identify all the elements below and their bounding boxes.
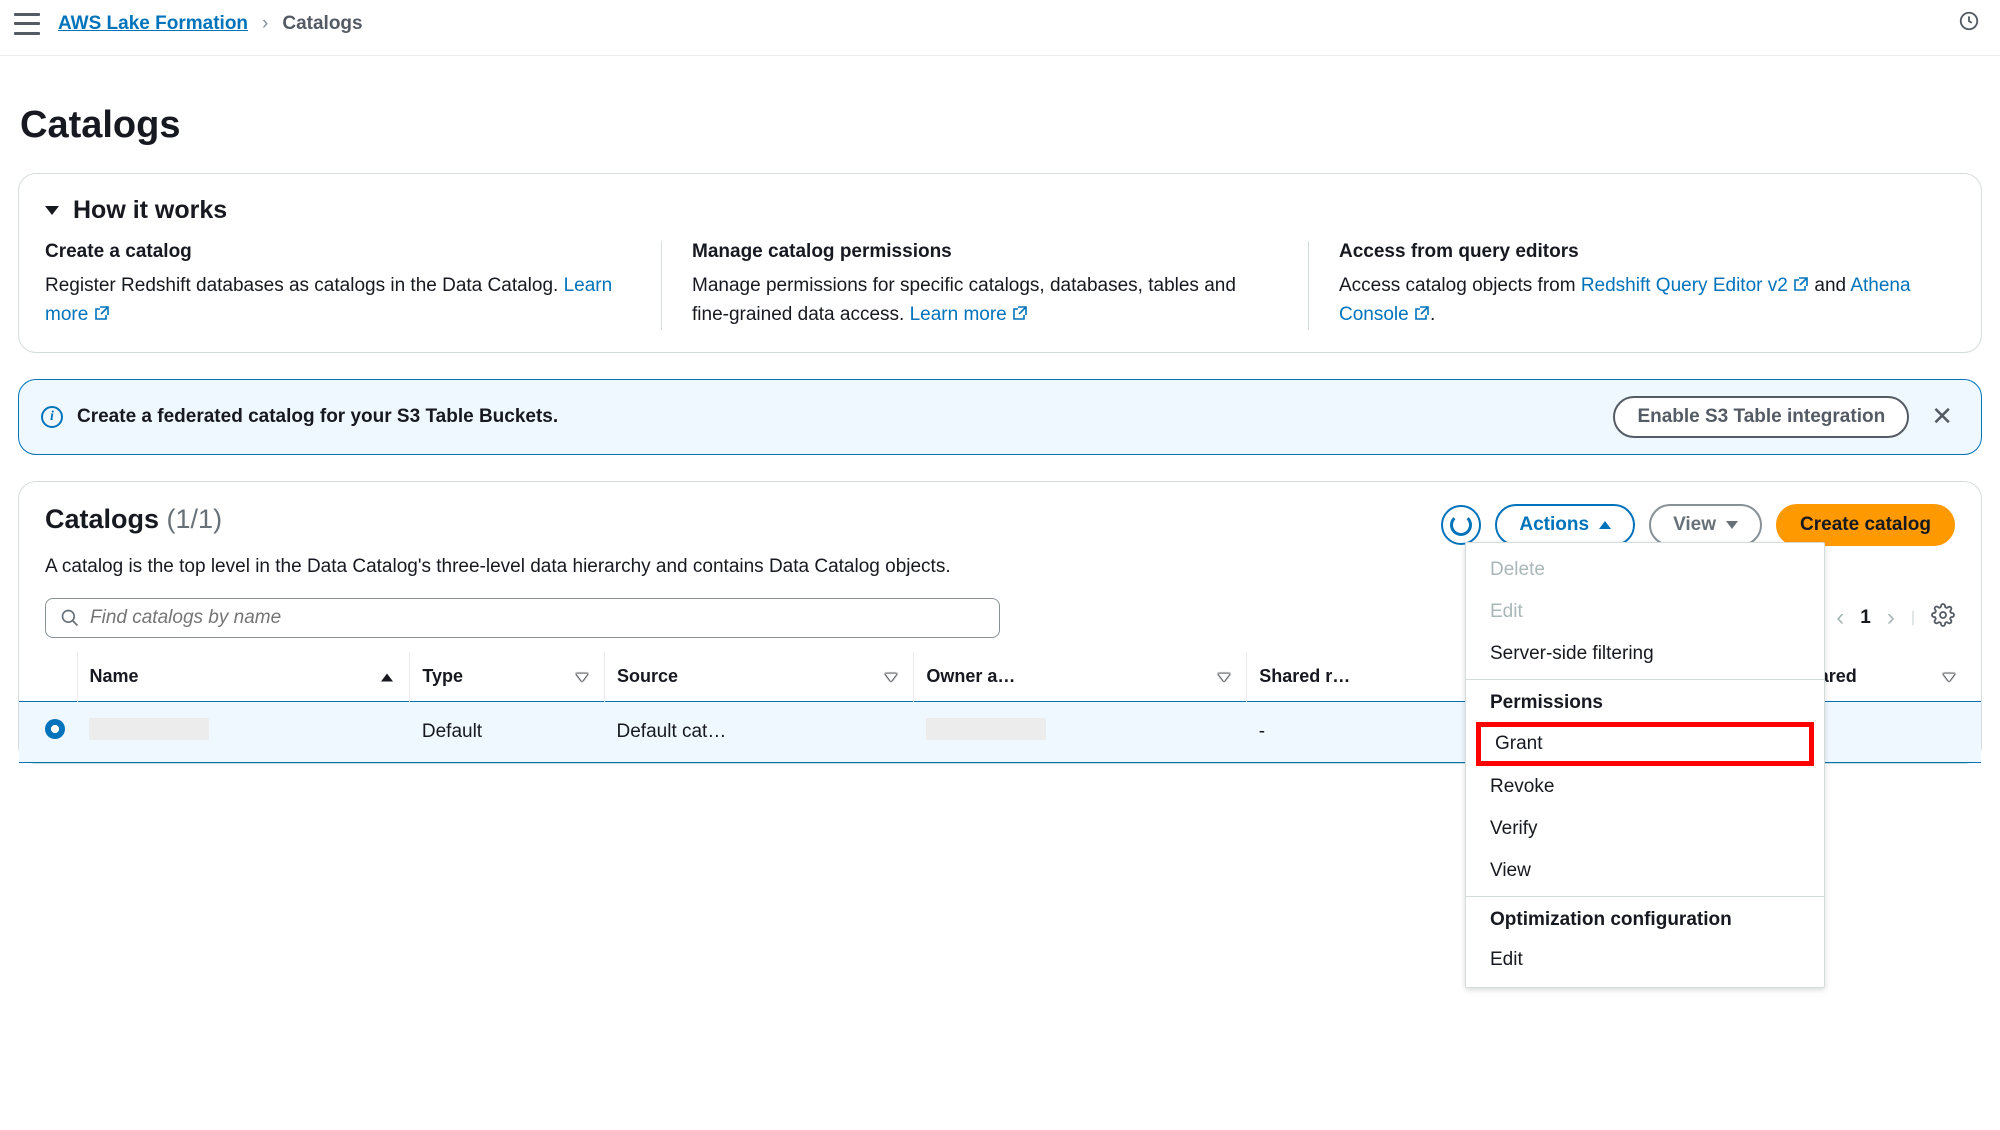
- actions-button[interactable]: Actions: [1495, 504, 1635, 546]
- how-col1-body: Register Redshift databases as catalogs …: [45, 271, 631, 330]
- cell-owner-redacted: [926, 718, 1046, 740]
- search-box[interactable]: [45, 598, 1000, 638]
- col-name[interactable]: Name: [77, 652, 410, 702]
- dd-optimization-header: Optimization configuration: [1466, 896, 1824, 939]
- settings-icon[interactable]: [1931, 603, 1955, 632]
- catalogs-panel: Catalogs (1/1) Actions View Create catal…: [18, 481, 1982, 764]
- dd-permissions-header: Permissions: [1466, 679, 1824, 722]
- page-number: 1: [1860, 607, 1871, 629]
- how-col2-link[interactable]: Learn more: [910, 304, 1028, 325]
- create-catalog-button[interactable]: Create catalog: [1776, 504, 1955, 546]
- dd-opt-edit[interactable]: Edit: [1466, 939, 1824, 981]
- dd-server-filter[interactable]: Server-side filtering: [1466, 633, 1824, 675]
- dd-revoke[interactable]: Revoke: [1466, 766, 1824, 808]
- catalogs-count: (1/1): [167, 504, 223, 534]
- refresh-button[interactable]: [1441, 505, 1481, 545]
- redshift-link[interactable]: Redshift Query Editor v2: [1581, 275, 1809, 296]
- how-col2-body: Manage permissions for specific catalogs…: [692, 271, 1278, 330]
- dd-verify[interactable]: Verify: [1466, 808, 1824, 850]
- row-radio[interactable]: [45, 719, 65, 739]
- breadcrumb: AWS Lake Formation › Catalogs: [58, 13, 363, 35]
- how-it-works-title: How it works: [73, 196, 227, 225]
- dd-delete: Delete: [1466, 549, 1824, 591]
- col-owner[interactable]: Owner a…: [914, 652, 1247, 702]
- breadcrumb-current: Catalogs: [282, 13, 362, 35]
- how-it-works-toggle[interactable]: How it works: [45, 196, 1955, 225]
- how-col3-heading: Access from query editors: [1339, 241, 1925, 263]
- close-icon[interactable]: ✕: [1925, 401, 1959, 432]
- enable-s3-button[interactable]: Enable S3 Table integration: [1613, 396, 1909, 438]
- dd-edit: Edit: [1466, 591, 1824, 633]
- info-icon: i: [41, 406, 63, 428]
- caret-up-icon: [1599, 521, 1611, 529]
- cell-source: Default cat…: [605, 701, 914, 762]
- dd-view[interactable]: View: [1466, 850, 1824, 892]
- how-col2-heading: Manage catalog permissions: [692, 241, 1278, 263]
- view-button[interactable]: View: [1649, 504, 1762, 546]
- pagination: ‹ 1 › |: [1836, 603, 1955, 632]
- breadcrumb-service[interactable]: AWS Lake Formation: [58, 13, 248, 35]
- cell-type: Default: [410, 701, 605, 762]
- how-col3-body: Access catalog objects from Redshift Que…: [1339, 271, 1925, 330]
- chevron-right-icon: ›: [262, 13, 268, 35]
- col-type[interactable]: Type: [410, 652, 605, 702]
- caret-down-icon: [45, 206, 59, 215]
- page-next[interactable]: ›: [1887, 604, 1895, 632]
- page-prev[interactable]: ‹: [1836, 604, 1844, 632]
- col-source[interactable]: Source: [605, 652, 914, 702]
- how-it-works-panel: How it works Create a catalog Register R…: [18, 173, 1982, 353]
- how-col1-heading: Create a catalog: [45, 241, 631, 263]
- menu-icon[interactable]: [14, 13, 40, 35]
- page-title: Catalogs: [20, 104, 1982, 147]
- dd-grant[interactable]: Grant: [1476, 722, 1814, 766]
- cell-name-redacted: [89, 718, 209, 740]
- search-input[interactable]: [90, 607, 985, 629]
- catalogs-title: Catalogs (1/1): [45, 504, 222, 534]
- clock-icon[interactable]: [1958, 10, 1980, 37]
- search-icon: [60, 608, 80, 628]
- caret-down-icon: [1726, 521, 1738, 529]
- s3-integration-banner: i Create a federated catalog for your S3…: [18, 379, 1982, 455]
- banner-text: Create a federated catalog for your S3 T…: [77, 406, 558, 428]
- refresh-icon: [1450, 514, 1472, 536]
- actions-dropdown: Delete Edit Server-side filtering Permis…: [1465, 542, 1825, 988]
